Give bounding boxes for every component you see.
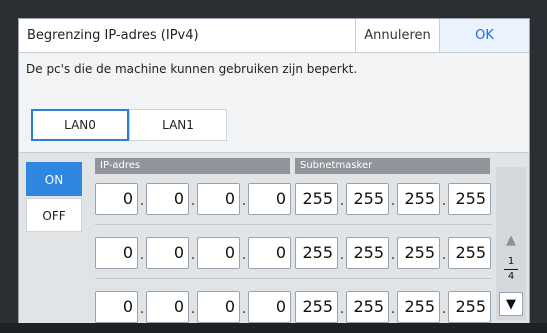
octet-separator: .: [441, 193, 447, 209]
ip-octet-1-field[interactable]: 0: [95, 291, 138, 323]
ip-octet-1-field[interactable]: 0: [95, 183, 138, 215]
current-page: 1: [507, 256, 515, 267]
ip-octet-4-field[interactable]: 0: [248, 237, 291, 269]
tab-lan1[interactable]: LAN1: [129, 109, 227, 141]
octet-separator: .: [139, 193, 145, 209]
off-toggle-button[interactable]: OFF: [26, 198, 82, 232]
octet-separator: .: [441, 301, 447, 317]
page-fraction-line: [504, 269, 518, 270]
octet-separator: .: [339, 247, 345, 263]
ip-octet-3-field[interactable]: 0: [197, 183, 240, 215]
octet-separator: .: [441, 247, 447, 263]
octet-separator: .: [190, 193, 196, 209]
mask-octet-2-field[interactable]: 255: [346, 291, 389, 323]
tab-lan0[interactable]: LAN0: [31, 109, 129, 141]
ip-octet-2-field[interactable]: 0: [146, 291, 189, 323]
octet-separator: .: [190, 301, 196, 317]
address-row-3: 0 . 0 . 0 . 0 255 . 255 . 255 . 255: [95, 291, 492, 323]
dialog-header: Begrenzing IP-adres (IPv4) Annuleren OK: [19, 19, 529, 53]
scroll-down-icon[interactable]: ▼: [499, 292, 523, 316]
mask-octet-1-field[interactable]: 255: [295, 237, 338, 269]
total-pages: 4: [507, 271, 515, 282]
octet-separator: .: [241, 247, 247, 263]
ip-restriction-dialog: Begrenzing IP-adres (IPv4) Annuleren OK …: [18, 18, 530, 323]
ip-octet-4-field[interactable]: 0: [248, 291, 291, 323]
background-status-strip: [0, 323, 547, 333]
ip-octet-3-field[interactable]: 0: [197, 237, 240, 269]
ip-octet-1-field[interactable]: 0: [95, 237, 138, 269]
octet-separator: .: [139, 247, 145, 263]
restriction-panel: ON OFF IP-adres Subnetmasker 0 . 0 . 0 .…: [19, 152, 529, 323]
mask-octet-4-field[interactable]: 255: [448, 291, 491, 323]
ip-octet-4-field[interactable]: 0: [248, 183, 291, 215]
octet-separator: .: [241, 301, 247, 317]
scroll-up-icon[interactable]: ▲: [499, 229, 523, 253]
octet-separator: .: [339, 301, 345, 317]
address-grid: IP-adres Subnetmasker 0 . 0 . 0 . 0 255 …: [95, 158, 492, 323]
ok-button[interactable]: OK: [439, 19, 529, 52]
octet-separator: .: [241, 193, 247, 209]
octet-separator: .: [390, 193, 396, 209]
mask-octet-1-field[interactable]: 255: [295, 183, 338, 215]
octet-separator: .: [390, 247, 396, 263]
mask-octet-3-field[interactable]: 255: [397, 237, 440, 269]
octet-separator: .: [390, 301, 396, 317]
address-row-2: 0 . 0 . 0 . 0 255 . 255 . 255 . 255: [95, 237, 492, 269]
ip-octet-3-field[interactable]: 0: [197, 291, 240, 323]
cancel-button[interactable]: Annuleren: [355, 19, 439, 52]
address-row-1: 0 . 0 . 0 . 0 255 . 255 . 255 . 255: [95, 183, 492, 215]
ip-octet-2-field[interactable]: 0: [146, 183, 189, 215]
lan-tabs: LAN0 LAN1: [31, 109, 227, 141]
page-indicator: 1 4: [496, 256, 526, 283]
ip-octet-2-field[interactable]: 0: [146, 237, 189, 269]
on-toggle-button[interactable]: ON: [26, 162, 82, 196]
mask-octet-1-field[interactable]: 255: [295, 291, 338, 323]
mask-octet-2-field[interactable]: 255: [346, 237, 389, 269]
octet-separator: .: [339, 193, 345, 209]
dialog-title: Begrenzing IP-adres (IPv4): [27, 28, 199, 43]
row-divider: [95, 224, 492, 225]
subnet-mask-column-header: Subnetmasker: [295, 158, 490, 174]
ip-address-column-header: IP-adres: [95, 158, 290, 174]
dialog-description: De pc's die de machine kunnen gebruiken …: [26, 62, 358, 76]
row-scrollbar: ▲ 1 4 ▼: [496, 167, 526, 320]
octet-separator: .: [190, 247, 196, 263]
mask-octet-4-field[interactable]: 255: [448, 237, 491, 269]
octet-separator: .: [139, 301, 145, 317]
mask-octet-2-field[interactable]: 255: [346, 183, 389, 215]
mask-octet-3-field[interactable]: 255: [397, 183, 440, 215]
mask-octet-4-field[interactable]: 255: [448, 183, 491, 215]
row-divider: [95, 278, 492, 279]
mask-octet-3-field[interactable]: 255: [397, 291, 440, 323]
